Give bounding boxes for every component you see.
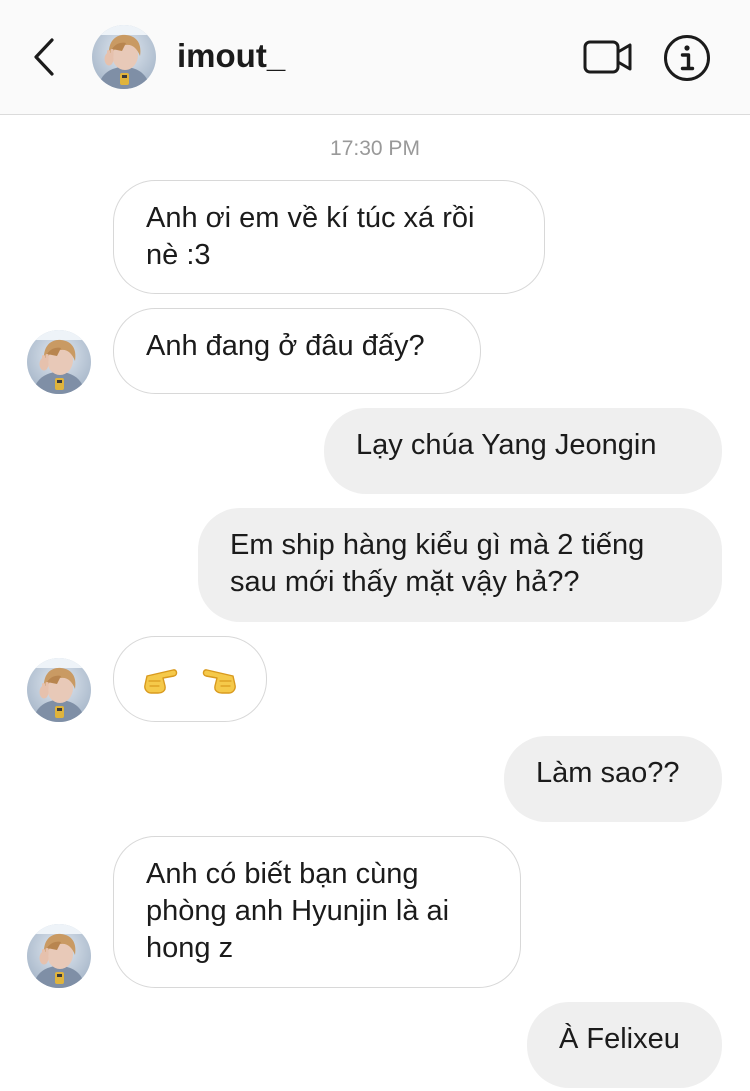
sender-avatar[interactable] [27, 658, 91, 722]
message-line: Anh ơi em về kí túc xá rồi [146, 202, 475, 234]
message-line: Anh có biết bạn cùng [146, 858, 419, 890]
outgoing-message[interactable]: Lạy chúa Yang Jeongin [324, 408, 722, 494]
message-line: Anh đang ở đâu đấy? [146, 330, 425, 362]
pointing-right-hand-emoji [143, 668, 177, 694]
message-line: À Felixeu [559, 1023, 680, 1055]
message-line: phòng anh Hyunjin là ai [146, 895, 450, 927]
conversation-header: imout_ [0, 0, 750, 115]
message-line: hong z [146, 932, 234, 964]
header-avatar[interactable] [92, 25, 156, 89]
outgoing-message[interactable]: À Felixeu [527, 1002, 722, 1088]
incoming-message[interactable]: Anh đang ở đâu đấy? [113, 308, 481, 394]
incoming-message[interactable]: Anh ơi em về kí túc xá rồi nè :3 [113, 180, 545, 294]
info-button[interactable] [663, 34, 711, 82]
message-line: nè :3 [146, 239, 211, 271]
chevron-left-icon [34, 38, 54, 76]
header-username[interactable]: imout_ [177, 36, 285, 76]
sender-avatar[interactable] [27, 330, 91, 394]
info-icon [664, 35, 710, 81]
outgoing-message[interactable]: Làm sao?? [504, 736, 722, 822]
message-line: Em ship hàng kiểu gì mà 2 tiếng [230, 529, 645, 561]
sender-avatar[interactable] [27, 924, 91, 988]
incoming-message[interactable]: Anh có biết bạn cùng phòng anh Hyunjin l… [113, 836, 521, 988]
back-button[interactable] [26, 34, 66, 80]
message-line: Làm sao?? [536, 757, 680, 789]
video-camera-icon [583, 40, 632, 74]
direct-message-screen: imout_ 17:30 PM Anh ơi em về kí túc xá r… [0, 0, 750, 1091]
message-line: Lạy chúa Yang Jeongin [356, 429, 657, 461]
outgoing-message[interactable]: Em ship hàng kiểu gì mà 2 tiếng sau mới … [198, 508, 722, 622]
incoming-emoji-message[interactable] [113, 636, 267, 722]
video-call-button[interactable] [582, 36, 634, 78]
pointing-left-hand-emoji [202, 668, 236, 694]
emoji-group [143, 668, 236, 694]
message-timestamp: 17:30 PM [330, 137, 420, 160]
message-line: sau mới thấy mặt vậy hả?? [230, 566, 580, 598]
